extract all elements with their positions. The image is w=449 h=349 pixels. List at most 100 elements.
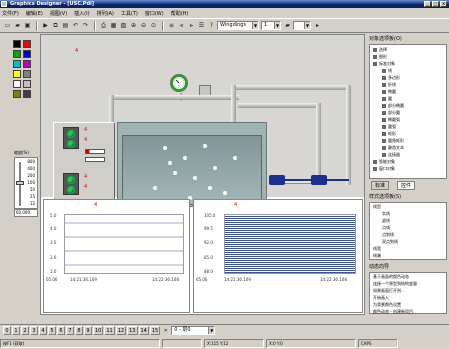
tree-item[interactable]: 静态文本: [382, 145, 404, 150]
zoom-slider[interactable]: 800 400 200 100 50 25 12: [14, 157, 38, 209]
color-swatch[interactable]: [23, 50, 31, 58]
layer-tab[interactable]: 3: [30, 326, 38, 335]
layer-tab[interactable]: 6: [57, 326, 65, 335]
grid-icon[interactable]: ▦: [109, 21, 118, 30]
dynamic-wizard-item[interactable]: 颜色动态 - 创建新项目: [373, 309, 413, 314]
menu-view[interactable]: 视图(V): [50, 10, 67, 17]
layer-tab[interactable]: 15: [149, 326, 161, 335]
menu-insert[interactable]: 插入(I): [74, 10, 89, 17]
tree-item[interactable]: 折线: [382, 82, 396, 87]
tree-item[interactable]: 椭圆弧: [382, 117, 400, 122]
dynamic-wizard-item[interactable]: 连接一个原型到结构变量: [373, 281, 417, 286]
style-item[interactable]: 点线: [382, 225, 390, 230]
menu-help[interactable]: 帮助(H): [171, 10, 189, 17]
pressure-gauge[interactable]: [171, 75, 187, 91]
size-combo[interactable]: 1 ▼: [261, 21, 281, 30]
tree-item[interactable]: 矩形: [382, 131, 396, 136]
paste-icon[interactable]: ▤: [61, 21, 70, 30]
layer-tab[interactable]: 4: [39, 326, 47, 335]
style-item[interactable]: 虚线: [382, 218, 390, 223]
tree-item[interactable]: 标准对象: [373, 61, 395, 66]
color-swatch[interactable]: [23, 70, 31, 78]
layer-tab[interactable]: 5: [48, 326, 56, 335]
zoom-out-icon[interactable]: ⊖: [139, 21, 148, 30]
trend-chart-2[interactable]: 4 105.0 99.5 92.0 85.0 88.0 05.06 14:21:…: [193, 199, 363, 313]
dynamic-wizard-item[interactable]: 开始画入: [373, 295, 389, 300]
zoom-field[interactable]: 60.000: [14, 209, 38, 217]
color-swatch[interactable]: [13, 80, 21, 88]
layer-tab[interactable]: 0: [3, 326, 11, 335]
tree-item[interactable]: 窗口对象: [373, 166, 395, 171]
layer-icon[interactable]: ≡: [167, 21, 176, 30]
color-swatch[interactable]: [13, 60, 21, 68]
pump-motor-2[interactable]: [311, 175, 327, 185]
help-icon[interactable]: ?: [207, 21, 216, 30]
more-icon[interactable]: ▸: [313, 21, 322, 30]
tree-item[interactable]: 椭圆: [382, 89, 396, 94]
menu-window[interactable]: 窗口(W): [145, 10, 164, 17]
layer-combo[interactable]: 0 - 层0 ▼: [171, 326, 216, 335]
layer-tab[interactable]: 9: [84, 326, 92, 335]
undo-icon[interactable]: ↶: [71, 21, 80, 30]
tree-item[interactable]: 选择: [373, 47, 387, 52]
tree-item[interactable]: 圆角矩形: [382, 138, 404, 143]
minimize-button[interactable]: _: [424, 1, 431, 7]
text-color-icon[interactable]: ▰: [283, 21, 292, 30]
tree-item[interactable]: 圆: [382, 96, 392, 101]
save-icon[interactable]: ▣: [23, 21, 32, 30]
menu-file[interactable]: 文件(F): [2, 10, 19, 17]
color-swatch[interactable]: [23, 60, 31, 68]
layer-tab[interactable]: 14: [138, 326, 149, 335]
run-icon[interactable]: ▶: [41, 21, 50, 30]
color-swatch[interactable]: [23, 80, 31, 88]
chevron-right-icon[interactable]: »: [161, 326, 170, 335]
layer-tab[interactable]: 8: [75, 326, 83, 335]
color-swatch[interactable]: [13, 70, 21, 78]
dynamic-wizard-item[interactable]: 如果画面打开则…: [373, 288, 405, 293]
close-button[interactable]: ×: [440, 1, 447, 7]
status-lamp[interactable]: [67, 176, 75, 184]
layer-tab[interactable]: 10: [93, 326, 104, 335]
redo-icon[interactable]: ↷: [81, 21, 90, 30]
status-lamp[interactable]: [67, 130, 75, 138]
drawing-canvas[interactable]: 4 4 4 4 4 4 5.0 4.0 3.0 2.0 1.0 05.06 14…: [40, 34, 365, 315]
menu-arrange[interactable]: 排列(A): [97, 10, 114, 17]
snap-icon[interactable]: ▧: [119, 21, 128, 30]
tree-item[interactable]: 连接器: [382, 152, 400, 157]
zoom-thumb[interactable]: [16, 181, 24, 185]
color-swatch[interactable]: [13, 90, 21, 98]
tree-item[interactable]: 多边形: [382, 75, 400, 80]
dynamic-wizard-item[interactable]: 基于画面的颜色动态: [373, 274, 409, 279]
tree-item[interactable]: 圆弧: [382, 124, 396, 129]
align-center-icon[interactable]: ⫸: [187, 21, 196, 30]
new-icon[interactable]: ▭: [3, 21, 12, 30]
zoom-combo[interactable]: ▼: [293, 21, 311, 30]
style-item[interactable]: 线宽: [373, 246, 381, 251]
color-swatch[interactable]: [23, 90, 31, 98]
style-item[interactable]: 双点划线: [382, 239, 398, 244]
status-lamp[interactable]: [67, 140, 75, 148]
layer-tab[interactable]: 1: [12, 326, 20, 335]
tree-item[interactable]: 图形: [373, 54, 387, 59]
status-lamp[interactable]: [67, 186, 75, 194]
layer-tab[interactable]: 2: [21, 326, 29, 335]
styles-tree[interactable]: 线型 实线 虚线 点线 点划线 双点划线 线宽 线端: [369, 202, 447, 260]
style-item[interactable]: 实线: [382, 211, 390, 216]
tree-item[interactable]: 部分椭圆: [382, 103, 404, 108]
tree-item[interactable]: 智能对象: [373, 159, 395, 164]
property-icon[interactable]: ☰: [197, 21, 206, 30]
dynamic-wizard-list[interactable]: 基于画面的颜色动态 连接一个原型到结构变量 如果画面打开则… 开始画入 为背景颜色设置颜…: [369, 272, 447, 314]
tree-item[interactable]: 线: [382, 68, 392, 73]
control-panel[interactable]: 4 4 4 4: [53, 122, 115, 205]
pump-motor-1[interactable]: [269, 175, 285, 185]
layer-tab[interactable]: 7: [66, 326, 74, 335]
layer-tab[interactable]: 13: [127, 326, 138, 335]
menu-edit[interactable]: 编辑(E): [26, 10, 43, 17]
color-swatch[interactable]: [13, 50, 21, 58]
layer-tab[interactable]: 11: [104, 326, 115, 335]
tab-standard[interactable]: 标准: [371, 181, 390, 190]
objects-tree[interactable]: 选择 图形 标准对象线多边形 折线 椭圆圆部分椭圆 部分圆 椭圆弧 圆弧 矩形 圆角矩形 静态文本连…: [369, 44, 447, 179]
color-swatch[interactable]: [13, 40, 21, 48]
zoom-in-icon[interactable]: ⊕: [129, 21, 138, 30]
style-item[interactable]: 线型: [373, 204, 381, 209]
